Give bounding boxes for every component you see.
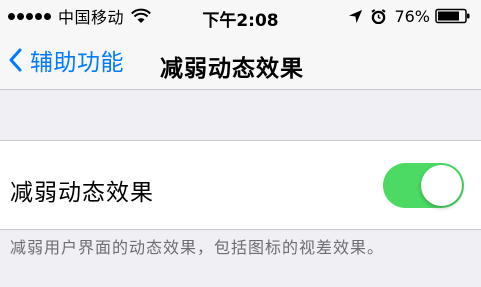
reduce-motion-label: 减弱动态效果 xyxy=(10,180,154,206)
battery-percent: 76% xyxy=(394,6,430,26)
status-right: 76% xyxy=(348,7,471,26)
chevron-left-icon xyxy=(9,48,22,72)
status-bar: 中国移动 下午2:08 76% xyxy=(0,0,481,32)
status-left: 中国移动 xyxy=(8,4,151,28)
footer-description: 减弱用户界面的动态效果，包括图标的视差效果。 xyxy=(10,238,385,257)
back-button-label: 辅助功能 xyxy=(30,50,124,76)
status-time: 下午2:08 xyxy=(202,11,279,31)
battery-icon xyxy=(435,8,470,24)
reduce-motion-toggle[interactable] xyxy=(383,163,464,208)
toggle-knob xyxy=(421,165,462,206)
carrier-name: 中国移动 xyxy=(58,8,125,27)
alarm-icon xyxy=(371,8,387,24)
nav-bar: 辅助功能 减弱动态效果 xyxy=(0,32,481,90)
wifi-icon xyxy=(131,8,151,23)
reduce-motion-cell: 减弱动态效果 xyxy=(0,140,481,230)
signal-dots-icon xyxy=(8,12,53,20)
location-icon xyxy=(349,9,363,23)
back-button[interactable]: 辅助功能 xyxy=(8,42,124,78)
page-title: 减弱动态效果 xyxy=(160,56,304,82)
